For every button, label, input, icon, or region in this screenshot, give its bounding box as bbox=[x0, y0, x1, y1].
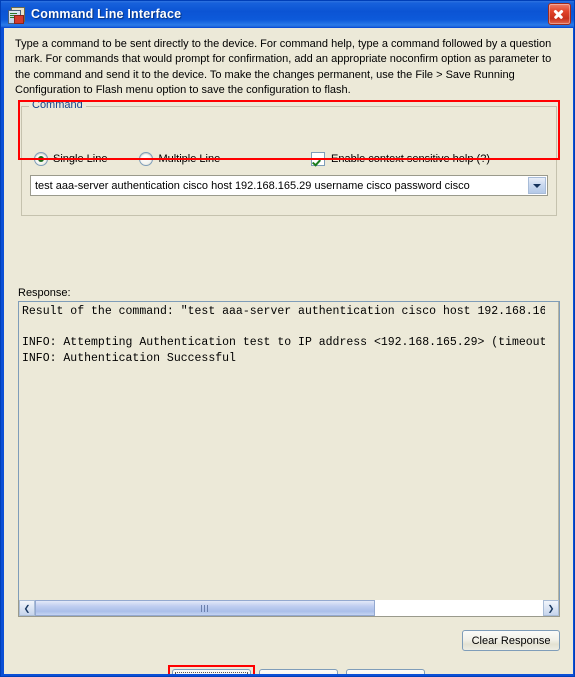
cli-window-icon bbox=[8, 6, 25, 24]
response-label: Response: bbox=[18, 287, 71, 299]
checkbox-indicator-icon bbox=[311, 152, 325, 166]
send-button[interactable]: Send bbox=[172, 669, 251, 674]
chevron-down-icon[interactable] bbox=[528, 177, 546, 194]
close-icon[interactable] bbox=[548, 3, 571, 25]
radio-multiple-line-label: Multiple Line bbox=[158, 153, 221, 165]
dialog-client-area: Type a command to be sent directly to th… bbox=[4, 28, 573, 674]
radio-single-line-label: Single Line bbox=[53, 153, 108, 165]
command-combobox-value[interactable]: test aaa-server authentication cisco hos… bbox=[31, 180, 528, 192]
scrollbar-grip bbox=[201, 604, 210, 612]
radio-multiple-line[interactable]: Multiple Line bbox=[139, 152, 220, 166]
chevron-left-icon[interactable]: ❮ bbox=[19, 600, 35, 616]
close-button[interactable]: Close bbox=[259, 669, 338, 674]
line-mode-radio-group: Single Line Multiple Line bbox=[34, 152, 252, 166]
radio-single-line[interactable]: Single Line bbox=[34, 152, 107, 166]
response-right-edge bbox=[558, 302, 559, 612]
clear-response-button[interactable]: Clear Response bbox=[462, 630, 560, 651]
command-line-interface-window: Command Line Interface Type a command to… bbox=[0, 0, 575, 677]
intro-description: Type a command to be sent directly to th… bbox=[15, 38, 552, 96]
enable-context-help-label: Enable context sensitive help (?) bbox=[331, 153, 490, 165]
radio-multiple-line-indicator bbox=[139, 152, 154, 166]
help-button[interactable]: Help bbox=[346, 669, 425, 674]
scrollbar-thumb[interactable] bbox=[35, 600, 376, 616]
window-titlebar: Command Line Interface bbox=[1, 1, 574, 27]
response-textarea[interactable]: Result of the command: "test aaa-server … bbox=[18, 301, 560, 613]
radio-single-line-indicator bbox=[34, 152, 48, 166]
response-horizontal-scrollbar[interactable]: ❮ ❯ bbox=[18, 600, 560, 617]
enable-context-help-checkbox[interactable]: Enable context sensitive help (?) bbox=[311, 152, 490, 166]
command-groupbox-legend: Command bbox=[29, 99, 86, 111]
scrollbar-track[interactable] bbox=[35, 600, 543, 616]
chevron-right-icon[interactable]: ❯ bbox=[543, 600, 559, 616]
response-text: Result of the command: "test aaa-server … bbox=[22, 305, 545, 365]
window-title: Command Line Interface bbox=[31, 7, 182, 21]
command-combobox[interactable]: test aaa-server authentication cisco hos… bbox=[30, 175, 548, 196]
